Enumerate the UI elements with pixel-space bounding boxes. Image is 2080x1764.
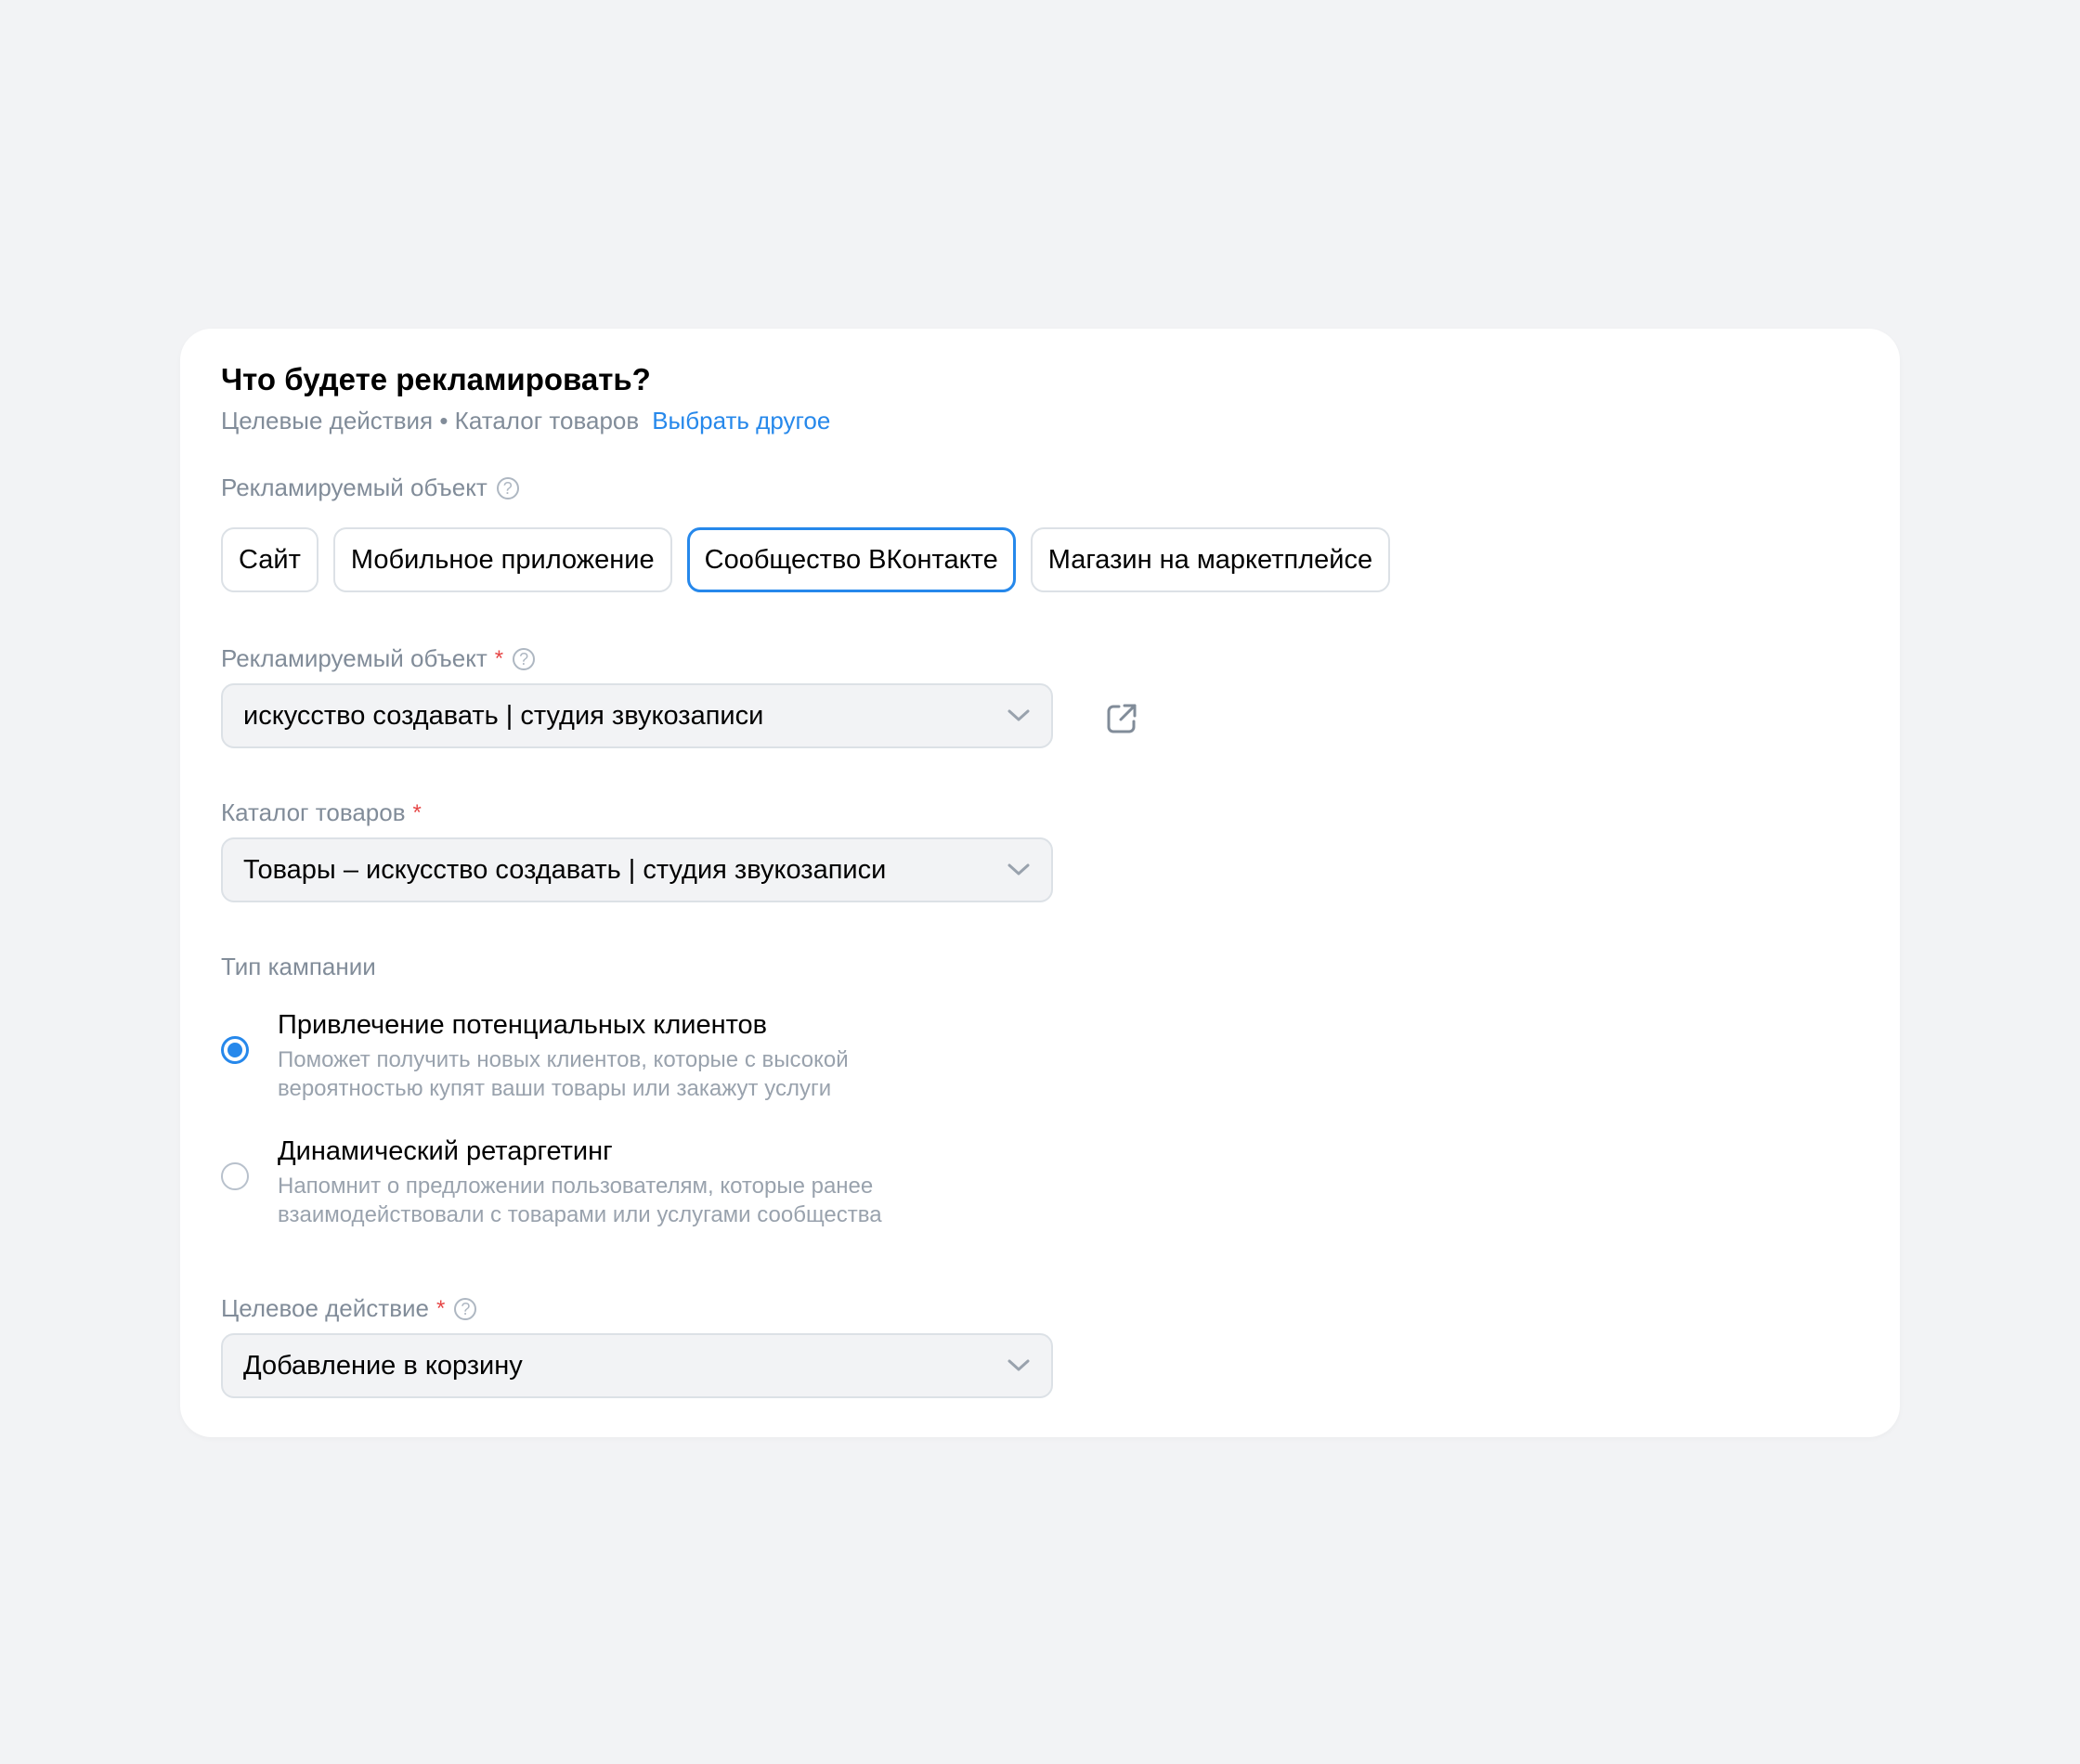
selected-goal-summary: Целевые действия • Каталог товаров <box>221 407 640 435</box>
help-icon[interactable]: ? <box>496 476 519 499</box>
object-type-label: Рекламируемый объект ? <box>221 473 519 502</box>
target-action-select[interactable]: Добавление в корзину <box>221 1333 1053 1398</box>
catalog-label: Каталог товаров * <box>221 798 422 826</box>
radio-option-title: Привлечение потенциальных клиентов <box>278 1010 768 1040</box>
ad-object-card: Что будете рекламировать? Целевые действ… <box>180 329 1900 1437</box>
chip-vk-community[interactable]: Сообщество ВКонтакте <box>686 527 1016 592</box>
card-title: Что будете рекламировать? <box>221 362 651 396</box>
target-action-label: Целевое действие * ? <box>221 1294 477 1323</box>
chip-site[interactable]: Сайт <box>221 527 318 592</box>
radio-option-description: Поможет получить новых клиентов, которые… <box>278 1047 849 1101</box>
radio-option-description: Напомнит о предложении пользователям, ко… <box>278 1174 882 1227</box>
chip-marketplace-store[interactable]: Магазин на маркетплейсе <box>1030 527 1391 592</box>
catalog-select[interactable]: Товары – искусство создавать | студия зв… <box>221 837 1053 902</box>
chevron-down-icon <box>1008 863 1030 876</box>
radio-button[interactable] <box>221 1162 249 1190</box>
chip-mobile-app[interactable]: Мобильное приложение <box>332 527 672 592</box>
chevron-down-icon <box>1008 1359 1030 1371</box>
object-select-label: Рекламируемый объект * ? <box>221 644 536 673</box>
object-type-chips: Сайт Мобильное приложение Сообщество ВКо… <box>221 527 1391 592</box>
help-icon[interactable]: ? <box>513 647 536 670</box>
object-select-value: искусство создавать | студия звукозаписи <box>243 700 764 731</box>
target-action-select-value: Добавление в корзину <box>243 1350 523 1381</box>
object-select[interactable]: искусство создавать | студия звукозаписи <box>221 683 1053 748</box>
campaign-type-label: Тип кампании <box>221 953 376 980</box>
radio-option-lead-generation[interactable]: Привлечение потенциальных клиентов Помож… <box>221 1008 983 1103</box>
radio-button[interactable] <box>221 1036 249 1064</box>
radio-option-dynamic-retargeting[interactable]: Динамический ретаргетинг Напомнит о пред… <box>221 1135 983 1229</box>
catalog-select-value: Товары – искусство создавать | студия зв… <box>243 854 887 885</box>
required-mark: * <box>494 645 504 671</box>
help-icon[interactable]: ? <box>454 1297 477 1320</box>
required-mark: * <box>412 799 422 825</box>
choose-other-link[interactable]: Выбрать другое <box>652 407 830 435</box>
radio-option-title: Динамический ретаргетинг <box>278 1136 613 1166</box>
required-mark: * <box>436 1295 446 1321</box>
chevron-down-icon <box>1008 709 1030 721</box>
external-link-icon[interactable] <box>1105 702 1138 735</box>
card-subtitle: Целевые действия • Каталог товаров Выбрат… <box>221 407 830 435</box>
